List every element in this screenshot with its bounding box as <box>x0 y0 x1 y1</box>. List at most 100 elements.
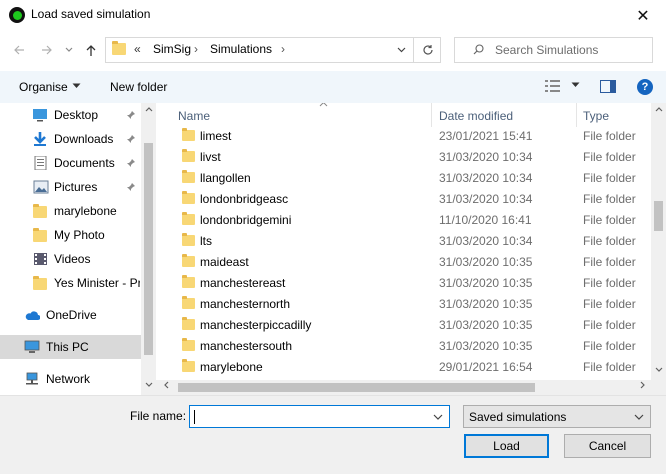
forward-button[interactable] <box>36 39 58 61</box>
column-header-name[interactable]: Name <box>178 103 432 127</box>
file-type-value: Saved simulations <box>469 410 567 424</box>
list-item[interactable]: londonbridgemini 11/10/2020 16:41 File f… <box>156 209 651 230</box>
list-item[interactable]: limest 23/01/2021 15:41 File folder <box>156 125 651 146</box>
address-dropdown-button[interactable] <box>391 38 411 62</box>
nav-item-downloads[interactable]: Downloads <box>0 127 141 151</box>
list-item[interactable]: londonbridgeasc 31/03/2020 10:34 File fo… <box>156 188 651 209</box>
search-icon <box>473 44 484 55</box>
scroll-left-arrow-icon[interactable] <box>160 381 172 393</box>
search-placeholder: Search Simulations <box>495 43 599 57</box>
view-dropdown-icon[interactable] <box>571 82 580 88</box>
horizontal-scrollbar[interactable] <box>156 380 651 395</box>
file-date: 31/03/2020 10:34 <box>439 234 533 248</box>
vertical-scroll-thumb[interactable] <box>654 201 663 231</box>
pin-icon <box>126 182 136 195</box>
pictures-icon <box>33 180 49 194</box>
breadcrumb-simsig[interactable]: SimSig <box>153 42 191 56</box>
scroll-up-arrow-icon[interactable] <box>653 105 664 117</box>
videos-icon <box>34 253 47 265</box>
list-item[interactable]: maideast 31/03/2020 10:35 File folder <box>156 251 651 272</box>
organise-button[interactable]: Organise <box>19 80 68 94</box>
new-folder-button[interactable]: New folder <box>110 80 167 94</box>
title-bar: Load saved simulation ✕ <box>0 0 666 31</box>
chevron-down-icon[interactable] <box>72 83 81 89</box>
file-date: 31/03/2020 10:34 <box>439 150 533 164</box>
file-type: File folder <box>583 234 636 248</box>
file-type-select[interactable]: Saved simulations <box>463 405 651 428</box>
breadcrumb-separator[interactable]: › <box>194 42 198 56</box>
search-input[interactable]: Search Simulations <box>454 37 653 63</box>
folder-icon <box>182 338 195 351</box>
text-caret <box>194 410 195 424</box>
list-item[interactable]: manchesterpiccadilly 31/03/2020 10:35 Fi… <box>156 314 651 335</box>
pin-icon <box>126 134 136 147</box>
file-name-dropdown-button[interactable] <box>429 406 447 427</box>
file-type: File folder <box>583 360 636 374</box>
app-icon <box>9 7 25 23</box>
list-item[interactable]: marylebone 29/01/2021 16:54 File folder <box>156 356 651 377</box>
file-type-dropdown-button[interactable] <box>630 406 648 427</box>
file-name: manchestereast <box>200 276 286 290</box>
folder-icon <box>33 204 47 218</box>
nav-item-desktop[interactable]: Desktop <box>0 103 141 127</box>
file-type: File folder <box>583 339 636 353</box>
folder-icon <box>182 254 195 267</box>
list-item[interactable]: manchestereast 31/03/2020 10:35 File fol… <box>156 272 651 293</box>
scroll-down-arrow-icon[interactable] <box>653 366 664 378</box>
nav-item-yes-minister[interactable]: Yes Minister - Pr <box>0 271 141 295</box>
desktop-icon <box>33 109 47 122</box>
scroll-right-arrow-icon[interactable] <box>637 381 649 393</box>
file-date: 23/01/2021 15:41 <box>439 129 533 143</box>
close-button[interactable]: ✕ <box>620 0 666 31</box>
nav-item-network[interactable]: Network <box>0 367 141 391</box>
load-button[interactable]: Load <box>464 434 549 458</box>
file-name: londonbridgeasc <box>200 192 289 206</box>
address-row: « SimSig › Simulations › Search Simulati… <box>0 31 666 71</box>
list-item[interactable]: manchesternorth 31/03/2020 10:35 File fo… <box>156 293 651 314</box>
arrow-up-icon <box>86 44 96 56</box>
nav-scrollbar[interactable] <box>141 103 156 395</box>
nav-item-videos[interactable]: Videos <box>0 247 141 271</box>
file-name-field[interactable] <box>189 405 450 428</box>
preview-pane-icon[interactable] <box>600 80 616 93</box>
breadcrumb-overflow[interactable]: « <box>134 42 141 56</box>
horizontal-scroll-thumb[interactable] <box>178 383 535 392</box>
column-header-date-modified[interactable]: Date modified <box>433 103 577 127</box>
column-header-label: Date modified <box>439 109 514 123</box>
breadcrumb-separator[interactable]: › <box>281 42 285 56</box>
network-icon <box>26 372 38 385</box>
nav-scroll-thumb[interactable] <box>144 143 153 355</box>
folder-icon <box>182 296 195 309</box>
cancel-button[interactable]: Cancel <box>564 434 651 458</box>
file-date: 31/03/2020 10:35 <box>439 318 533 332</box>
up-button[interactable] <box>80 39 102 61</box>
sort-up-icon <box>319 103 328 107</box>
folder-icon <box>182 233 195 246</box>
recent-locations-button[interactable] <box>62 39 76 61</box>
nav-item-pictures[interactable]: Pictures <box>0 175 141 199</box>
nav-item-onedrive[interactable]: OneDrive <box>0 303 141 327</box>
vertical-scrollbar[interactable] <box>651 103 666 380</box>
help-icon[interactable]: ? <box>637 79 653 95</box>
list-item[interactable]: livst 31/03/2020 10:34 File folder <box>156 146 651 167</box>
column-header-type[interactable]: Type <box>578 103 658 127</box>
chevron-down-icon <box>634 414 644 420</box>
address-bar[interactable]: « SimSig › Simulations › <box>105 37 441 63</box>
back-button[interactable] <box>8 39 30 61</box>
list-item[interactable]: llangollen 31/03/2020 10:34 File folder <box>156 167 651 188</box>
breadcrumb-simulations[interactable]: Simulations <box>210 42 272 56</box>
list-item[interactable]: manchestersouth 31/03/2020 10:35 File fo… <box>156 335 651 356</box>
nav-item-documents[interactable]: Documents <box>0 151 141 175</box>
refresh-button[interactable] <box>413 38 441 62</box>
folder-icon <box>33 228 47 242</box>
list-item[interactable]: lts 31/03/2020 10:34 File folder <box>156 230 651 251</box>
scroll-down-arrow-icon[interactable] <box>143 381 154 393</box>
nav-item-marylebone[interactable]: marylebone <box>0 199 141 223</box>
scroll-up-arrow-icon[interactable] <box>143 105 154 117</box>
pin-icon <box>126 110 136 123</box>
nav-item-this-pc[interactable]: This PC <box>0 335 141 359</box>
view-options-icon[interactable] <box>545 79 561 93</box>
onedrive-icon <box>25 311 40 320</box>
arrow-right-icon <box>42 45 52 55</box>
nav-item-my-photo[interactable]: My Photo <box>0 223 141 247</box>
